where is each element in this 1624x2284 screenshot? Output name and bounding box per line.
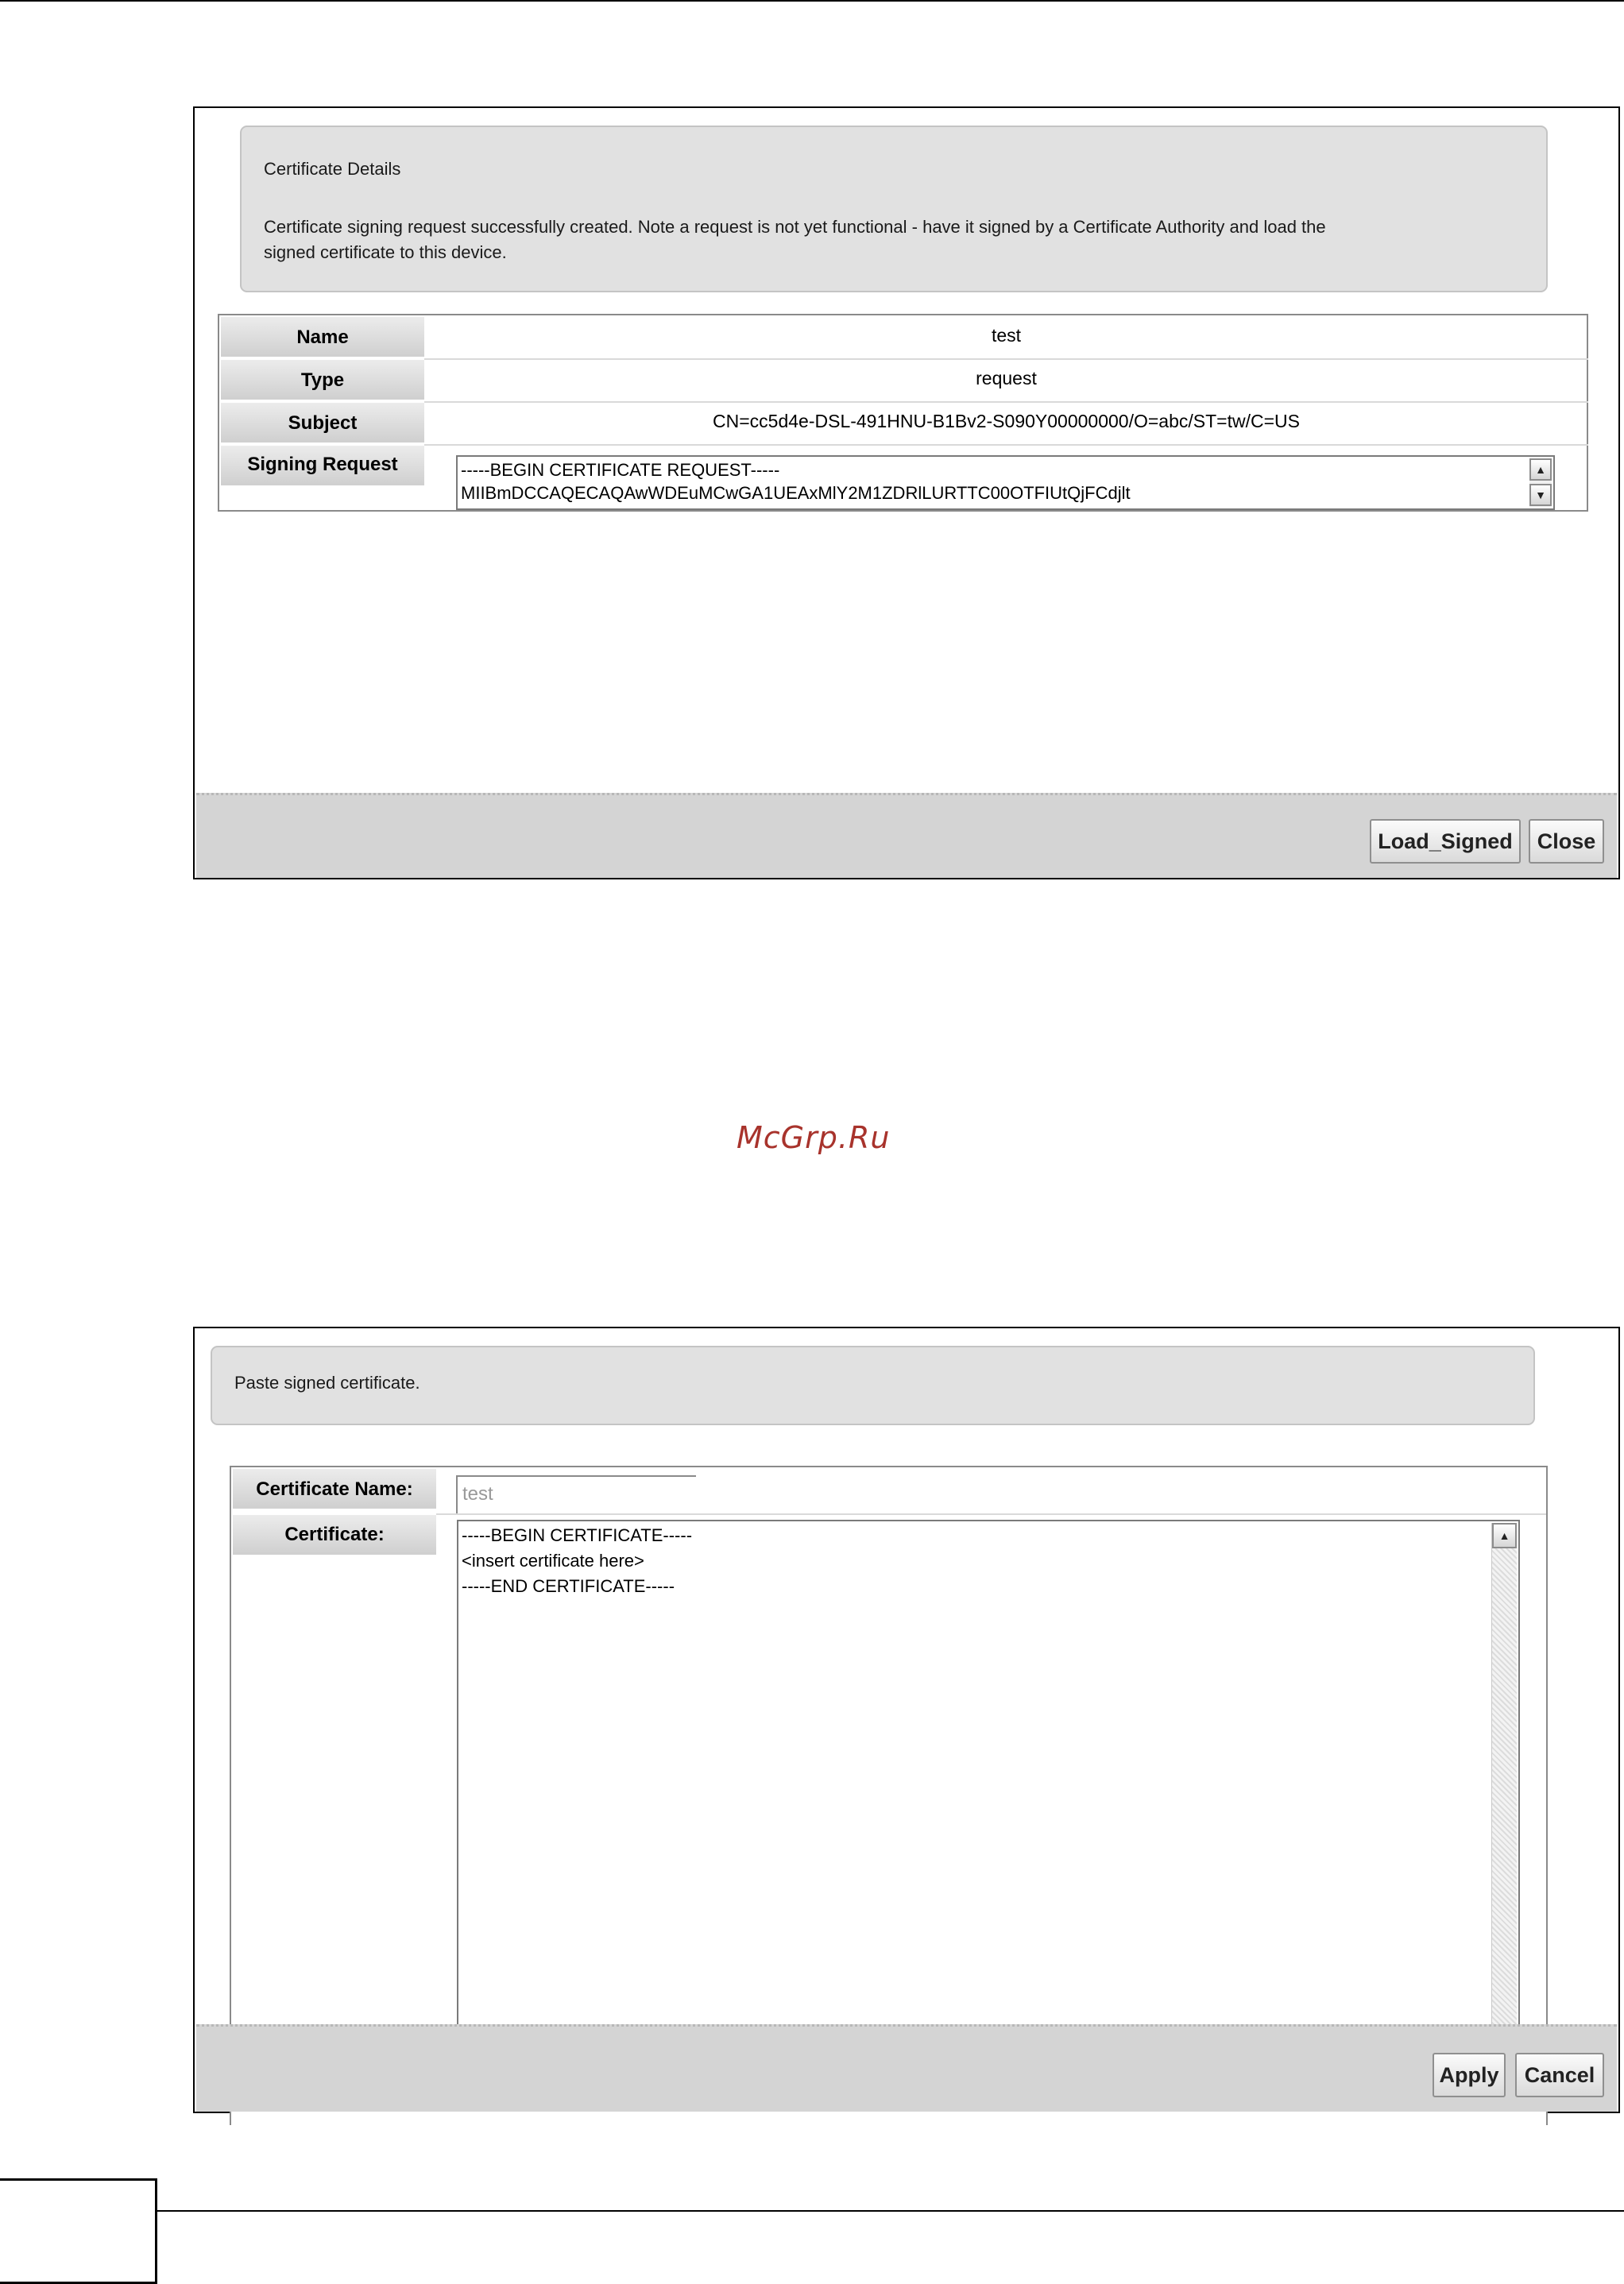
load-signed-button[interactable]: Load_Signed [1370, 819, 1521, 864]
watermark-text: McGrp.Ru [737, 1120, 891, 1155]
signing-request-label: Signing Request [221, 446, 424, 487]
subject-value: CN=cc5d4e-DSL-491HNU-B1Bv2-S090Y00000000… [713, 411, 1300, 431]
paste-certificate-dialog: Paste signed certificate. Certificate Na… [193, 1327, 1620, 2125]
dialog2-footer: Apply Cancel [196, 2024, 1617, 2112]
certificate-details-table: Name test Type request Subject CN=cc5d4e… [218, 314, 1588, 512]
signing-request-text: -----BEGIN CERTIFICATE REQUEST----- MIIB… [461, 460, 1131, 503]
certificate-details-message-box: Certificate Details Certificate signing … [240, 126, 1548, 292]
message-line-1: Certificate signing request successfully… [264, 217, 1326, 237]
certificate-details-dialog: Certificate Details Certificate signing … [193, 106, 1620, 879]
arrow-down-icon[interactable]: ▼ [1529, 484, 1552, 506]
message-line-2: signed certificate to this device. [264, 242, 507, 262]
subject-label: Subject [221, 403, 424, 444]
name-value: test [991, 325, 1022, 346]
paste-message: Paste signed certificate. [234, 1373, 420, 1393]
apply-button[interactable]: Apply [1433, 2053, 1506, 2097]
page-bottom-rule [157, 2210, 1624, 2212]
certificate-label: Certificate: [233, 1515, 436, 1556]
signing-request-scrollbar[interactable]: ▲ ▼ [1529, 458, 1552, 508]
paste-certificate-message-box: Paste signed certificate. [211, 1346, 1535, 1425]
arrow-up-icon[interactable]: ▲ [1529, 458, 1552, 481]
arrow-up-icon[interactable]: ▲ [1492, 1523, 1517, 1548]
name-label: Name [221, 317, 424, 358]
page-top-rule [0, 0, 1624, 2]
dialog-title: Certificate Details [264, 159, 401, 179]
cancel-button[interactable]: Cancel [1515, 2053, 1604, 2097]
certificate-name-input[interactable]: test [456, 1475, 696, 1513]
certificate-text: -----BEGIN CERTIFICATE----- <insert cert… [462, 1525, 693, 1596]
dialog1-footer: Load_Signed Close [196, 793, 1617, 878]
signing-request-textarea[interactable]: -----BEGIN CERTIFICATE REQUEST----- MIIB… [456, 455, 1555, 510]
certificate-name-label: Certificate Name: [233, 1469, 436, 1510]
type-label: Type [221, 360, 424, 401]
certificate-textarea[interactable]: -----BEGIN CERTIFICATE----- <insert cert… [457, 1520, 1520, 2076]
close-button[interactable]: Close [1529, 819, 1604, 864]
certificate-scrollbar[interactable]: ▲ ▼ [1491, 1523, 1517, 2074]
page-number-box [0, 2178, 157, 2284]
type-value: request [976, 368, 1037, 388]
